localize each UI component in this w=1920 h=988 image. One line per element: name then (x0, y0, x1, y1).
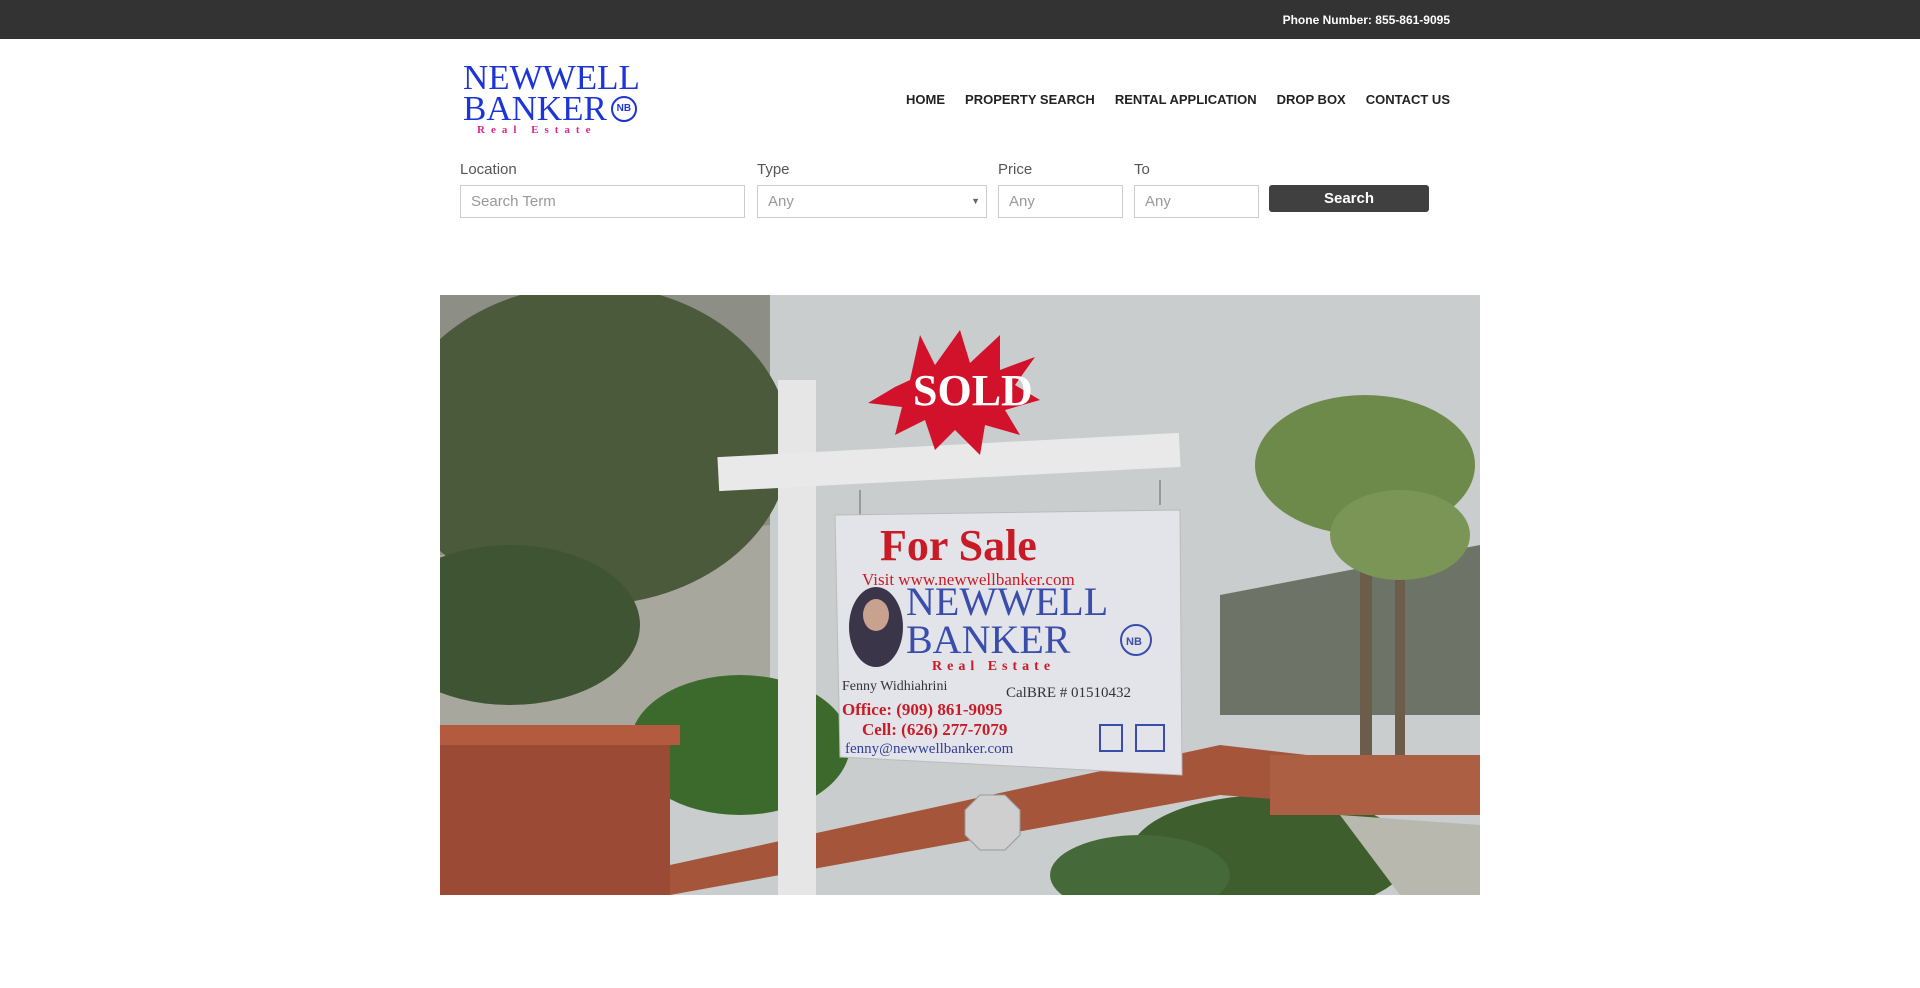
nav-home[interactable]: HOME (906, 92, 945, 107)
sign-badge: NB (1126, 636, 1142, 648)
sign-brand2: BANKER (906, 617, 1071, 662)
type-label: Type (757, 161, 790, 178)
type-field: Type Any ▼ (757, 160, 987, 218)
price-max-input[interactable]: Any (1134, 185, 1259, 218)
cell-phone: Cell: (626) 277-7079 (862, 720, 1007, 739)
logo-line2-row: BANKER NB (463, 89, 643, 128)
site-logo[interactable]: NEWWELL BANKER NB Real Estate (463, 60, 643, 138)
price-min-input[interactable]: Any (998, 185, 1123, 218)
type-select-value: Any (768, 193, 794, 210)
price-field: Price Any (998, 160, 1123, 218)
main-nav: HOME PROPERTY SEARCH RENTAL APPLICATION … (906, 92, 1450, 107)
sold-sign-photo: SOLD For Sale Visit www.newwellbanker.co… (440, 295, 1480, 895)
location-label: Location (460, 161, 517, 178)
sign-title: For Sale (880, 521, 1037, 570)
sold-text: SOLD (913, 366, 1033, 415)
calbre-number: CalBRE # 01510432 (1006, 685, 1131, 701)
nav-property-search[interactable]: PROPERTY SEARCH (965, 92, 1095, 107)
logo-badge: NB (610, 95, 637, 122)
price-label: Price (998, 161, 1033, 178)
agent-email: fenny@newwellbanker.com (845, 741, 1014, 757)
nav-contact-us[interactable]: CONTACT US (1366, 92, 1450, 107)
location-input[interactable]: Search Term (460, 185, 745, 218)
nav-drop-box[interactable]: DROP BOX (1277, 92, 1346, 107)
price-to-field: To Any (1134, 160, 1259, 218)
search-button[interactable]: Search (1269, 185, 1429, 212)
office-phone: Office: (909) 861-9095 (842, 700, 1003, 719)
chevron-down-icon: ▼ (971, 196, 980, 206)
logo-tagline: Real Estate (477, 124, 597, 136)
nav-rental-application[interactable]: RENTAL APPLICATION (1115, 92, 1257, 107)
location-field: Location Search Term (460, 160, 745, 218)
sign-tagline: Real Estate (932, 659, 1055, 674)
phone-number: Phone Number: 855-861-9095 (1282, 13, 1450, 27)
price-to-label: To (1134, 161, 1150, 178)
hero-image: SOLD For Sale Visit www.newwellbanker.co… (440, 295, 1480, 895)
logo-line2: BANKER (463, 89, 607, 128)
agent-name: Fenny Widhiahrini (842, 679, 947, 694)
top-bar: Phone Number: 855-861-9095 (0, 0, 1920, 39)
type-select[interactable]: Any ▼ (757, 185, 987, 218)
